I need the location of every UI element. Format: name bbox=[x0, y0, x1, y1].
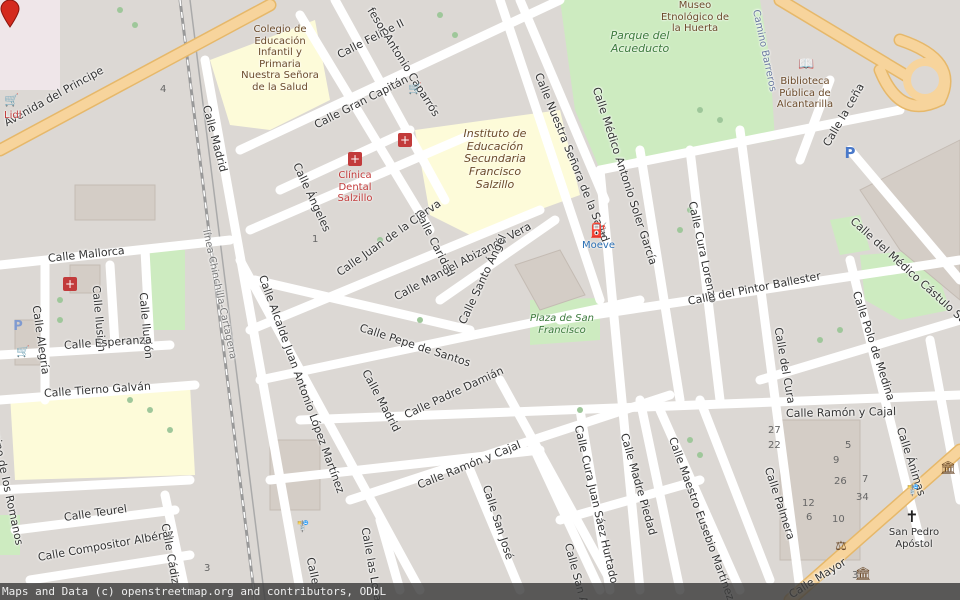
house-number: 6 bbox=[806, 512, 813, 523]
map-attribution: Maps and Data (c) openstreetmap.org and … bbox=[0, 583, 960, 600]
shopping-cart-icon-2[interactable]: 🛒 bbox=[408, 82, 422, 96]
parking-icon-2[interactable]: P bbox=[11, 320, 25, 334]
bus-stop-icon[interactable]: 🚏 bbox=[906, 484, 920, 498]
house-number: 34 bbox=[856, 492, 869, 503]
house-number: 7 bbox=[862, 474, 869, 485]
poi-biblioteca[interactable]: Biblioteca Pública de Alcantarilla bbox=[770, 76, 840, 111]
house-number: 9 bbox=[833, 455, 840, 466]
poi-san-pedro[interactable]: San Pedro Apóstol bbox=[886, 527, 942, 550]
poi-plaza[interactable]: Plaza de San Francisco bbox=[530, 313, 594, 336]
street-calle-ramon-cajal-2: Calle Ramón y Cajal bbox=[785, 405, 897, 420]
house-number: 10 bbox=[832, 514, 845, 525]
poi-clinica[interactable]: Clínica Dental Salzillo bbox=[335, 170, 375, 205]
hospital-icon-2[interactable]: + bbox=[398, 133, 412, 147]
house-number: 22 bbox=[768, 440, 781, 451]
house-number: 1 bbox=[312, 234, 319, 245]
shopping-cart-icon[interactable]: 🛒 bbox=[4, 93, 19, 107]
church-cross-icon[interactable]: ✝ bbox=[905, 509, 919, 525]
poi-colegio[interactable]: Colegio de Educación Infantil y Primaria… bbox=[240, 24, 320, 93]
parking-icon[interactable]: P bbox=[843, 146, 857, 161]
house-number: 26 bbox=[834, 476, 847, 487]
poi-lidl[interactable]: Lidl bbox=[4, 110, 21, 122]
shopping-cart-icon-3[interactable]: 🛒 bbox=[16, 345, 30, 359]
justice-scales-icon[interactable]: ⚖ bbox=[834, 540, 848, 554]
house-number: 12 bbox=[802, 498, 815, 509]
house-number: 27 bbox=[768, 425, 781, 436]
hospital-icon[interactable]: + bbox=[348, 152, 362, 166]
town-hall-icon[interactable]: 🏛 bbox=[940, 462, 957, 476]
house-number: 5 bbox=[845, 440, 852, 451]
fuel-station-icon[interactable]: ⛽ bbox=[590, 224, 607, 238]
bus-stop-icon-2[interactable]: 🚏 bbox=[296, 520, 310, 534]
house-number: 3 bbox=[852, 570, 859, 581]
map-view[interactable]: Avenida del Principe Calle Madrid Calle … bbox=[0, 0, 960, 600]
house-number: 4 bbox=[160, 84, 167, 95]
hospital-icon-3[interactable]: + bbox=[63, 277, 77, 291]
house-number: 3 bbox=[204, 563, 211, 574]
poi-instituto[interactable]: Instituto de Educación Secundaria Franci… bbox=[455, 127, 535, 191]
location-marker-icon[interactable] bbox=[0, 0, 20, 28]
poi-museo[interactable]: Museo Etnológico de la Huerta bbox=[660, 0, 730, 35]
poi-moeve[interactable]: Moeve bbox=[582, 240, 615, 252]
library-icon[interactable]: 📖 bbox=[798, 58, 814, 72]
